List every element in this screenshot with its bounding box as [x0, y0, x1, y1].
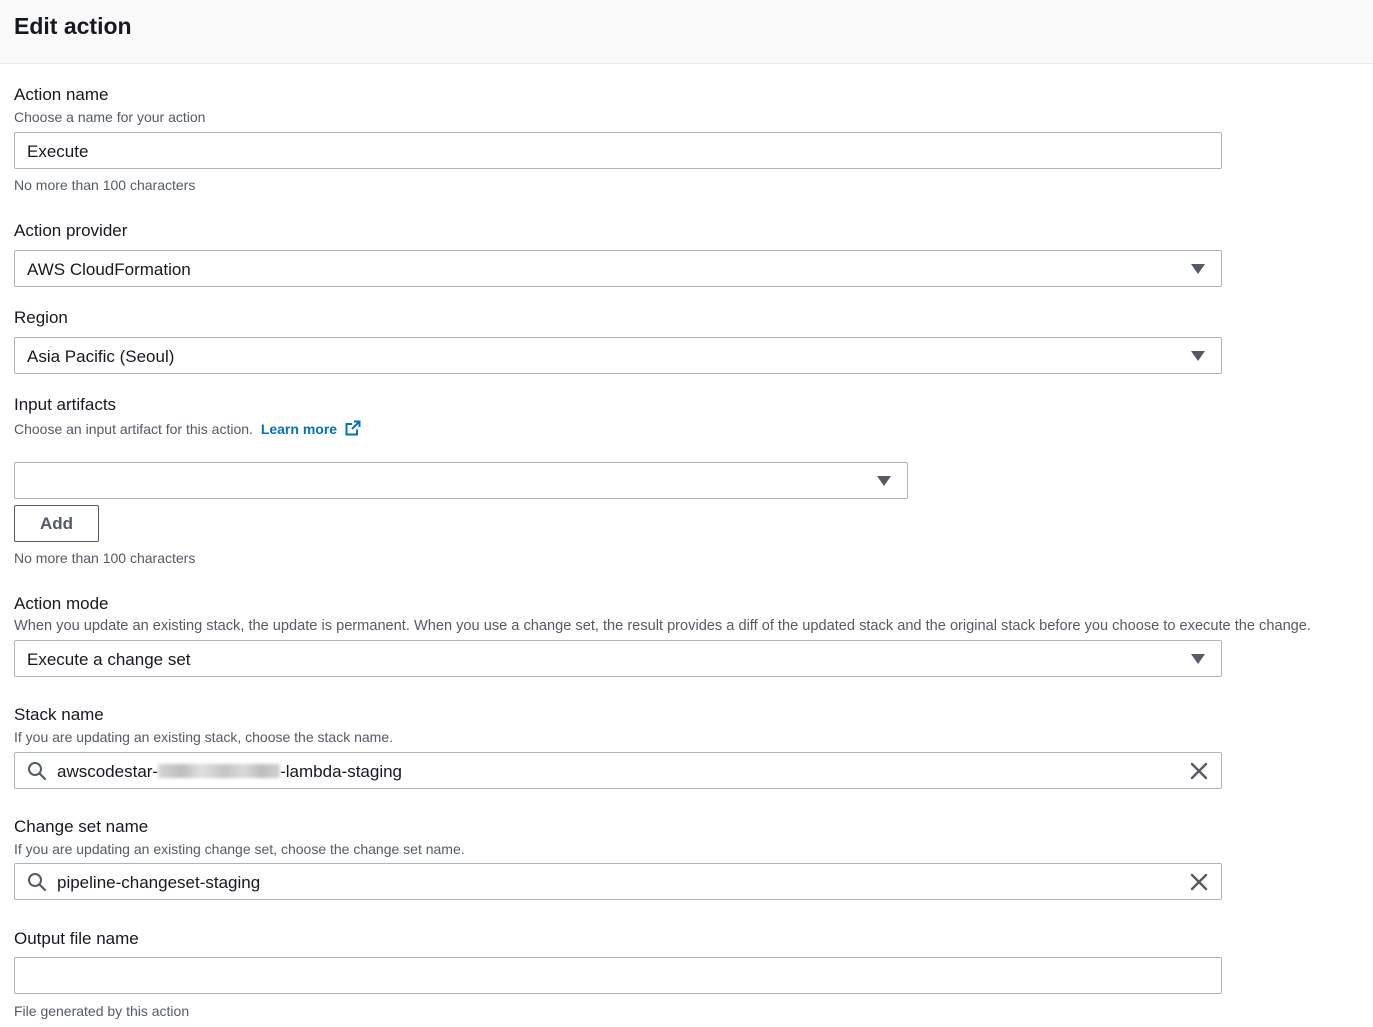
- action-provider-select[interactable]: AWS CloudFormation: [14, 250, 1222, 287]
- action-name-label: Action name: [14, 85, 109, 104]
- input-artifact-select[interactable]: [14, 462, 908, 499]
- action-name-constraint: No more than 100 characters: [14, 177, 196, 193]
- action-provider-label: Action provider: [14, 221, 128, 240]
- caret-down-icon: [1191, 264, 1205, 274]
- caret-down-icon: [1191, 351, 1205, 361]
- stack-name-value: awscodestar- -lambda-staging: [57, 762, 402, 782]
- stack-name-prefix: awscodestar-: [57, 762, 159, 781]
- input-artifacts-constraint: No more than 100 characters: [14, 550, 196, 566]
- action-mode-label: Action mode: [14, 594, 109, 613]
- stack-name-input[interactable]: awscodestar- -lambda-staging: [14, 752, 1222, 789]
- change-set-name-label: Change set name: [14, 817, 149, 836]
- change-set-name-input[interactable]: pipeline-changeset-staging: [14, 863, 1222, 900]
- action-name-description: Choose a name for your action: [14, 109, 206, 125]
- stack-name-description: If you are updating an existing stack, c…: [14, 729, 393, 745]
- caret-down-icon: [877, 476, 891, 486]
- caret-down-icon: [1191, 654, 1205, 664]
- action-mode-value: Execute a change set: [27, 650, 191, 669]
- change-set-name-description: If you are updating an existing change s…: [14, 841, 465, 857]
- page-title: Edit action: [14, 13, 132, 39]
- close-icon[interactable]: [1189, 872, 1209, 892]
- learn-more-link[interactable]: Learn more: [261, 421, 337, 437]
- input-artifacts-description: Choose an input artifact for this action…: [14, 420, 361, 437]
- output-file-name-input[interactable]: [14, 957, 1222, 994]
- input-artifacts-label: Input artifacts: [14, 395, 117, 414]
- output-file-name-constraint: File generated by this action: [14, 1003, 190, 1019]
- stack-name-suffix: -lambda-staging: [280, 762, 403, 781]
- input-artifacts-description-text: Choose an input artifact for this action…: [14, 421, 253, 437]
- external-link-icon[interactable]: [345, 420, 361, 436]
- action-mode-description: When you update an existing stack, the u…: [14, 618, 1311, 634]
- add-button[interactable]: Add: [14, 505, 99, 542]
- search-icon: [28, 762, 47, 781]
- output-file-name-label: Output file name: [14, 929, 139, 948]
- action-name-value: Execute: [27, 142, 89, 161]
- region-value: Asia Pacific (Seoul): [27, 347, 175, 366]
- redacted-text: [158, 764, 281, 778]
- search-icon: [28, 873, 47, 892]
- action-name-input[interactable]: Execute: [14, 132, 1222, 169]
- stack-name-label: Stack name: [14, 705, 104, 724]
- region-label: Region: [14, 308, 68, 327]
- close-icon[interactable]: [1189, 761, 1209, 781]
- page-header: Edit action: [0, 0, 1373, 64]
- change-set-name-value: pipeline-changeset-staging: [57, 873, 261, 892]
- region-select[interactable]: Asia Pacific (Seoul): [14, 337, 1222, 374]
- action-provider-value: AWS CloudFormation: [27, 260, 191, 279]
- action-mode-select[interactable]: Execute a change set: [14, 640, 1222, 677]
